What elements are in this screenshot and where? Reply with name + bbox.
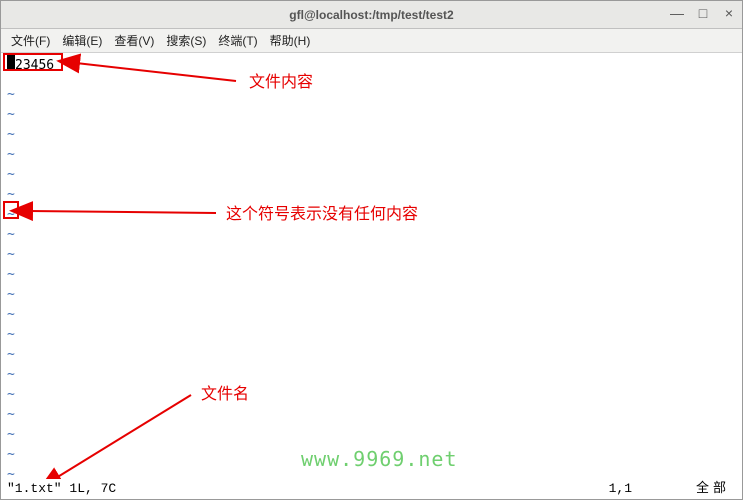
status-position: 1,1 xyxy=(609,479,632,499)
statusbar: "1.txt" 1L, 7C 1,1 全部 xyxy=(1,479,742,499)
menu-terminal[interactable]: 终端(T) xyxy=(212,30,263,51)
menu-view[interactable]: 查看(V) xyxy=(108,30,160,51)
close-icon[interactable]: × xyxy=(722,5,736,21)
status-info: 1L, 7C xyxy=(62,481,117,496)
menubar: 文件(F) 编辑(E) 查看(V) 搜索(S) 终端(T) 帮助(H) xyxy=(1,29,742,53)
terminal-window: gfl@localhost:/tmp/test/test2 — □ × 文件(F… xyxy=(0,0,743,500)
annotation-filename: 文件名 xyxy=(201,385,249,405)
maximize-icon[interactable]: □ xyxy=(696,5,710,21)
menu-file[interactable]: 文件(F) xyxy=(5,30,56,51)
watermark-text: www.9969.net xyxy=(301,449,458,469)
menu-help[interactable]: 帮助(H) xyxy=(264,30,317,51)
window-title: gfl@localhost:/tmp/test/test2 xyxy=(1,8,742,22)
status-filename: "1.txt" xyxy=(7,481,62,496)
status-filename-info: "1.txt" 1L, 7C xyxy=(7,479,116,499)
arrow-icon xyxy=(1,53,743,499)
window-controls: — □ × xyxy=(670,5,736,21)
titlebar[interactable]: gfl@localhost:/tmp/test/test2 — □ × xyxy=(1,1,742,29)
menu-edit[interactable]: 编辑(E) xyxy=(56,30,108,51)
annotation-content: 文件内容 xyxy=(249,73,313,93)
annotation-tilde: 这个符号表示没有任何内容 xyxy=(226,205,418,225)
status-percent: 全部 xyxy=(696,479,730,499)
menu-search[interactable]: 搜索(S) xyxy=(160,30,212,51)
editor-area[interactable]: 23456 ~ ~ ~ ~ ~ ~ ~ ~ ~ ~ ~ ~ ~ ~ ~ ~ ~ … xyxy=(1,53,742,499)
minimize-icon[interactable]: — xyxy=(670,5,684,21)
